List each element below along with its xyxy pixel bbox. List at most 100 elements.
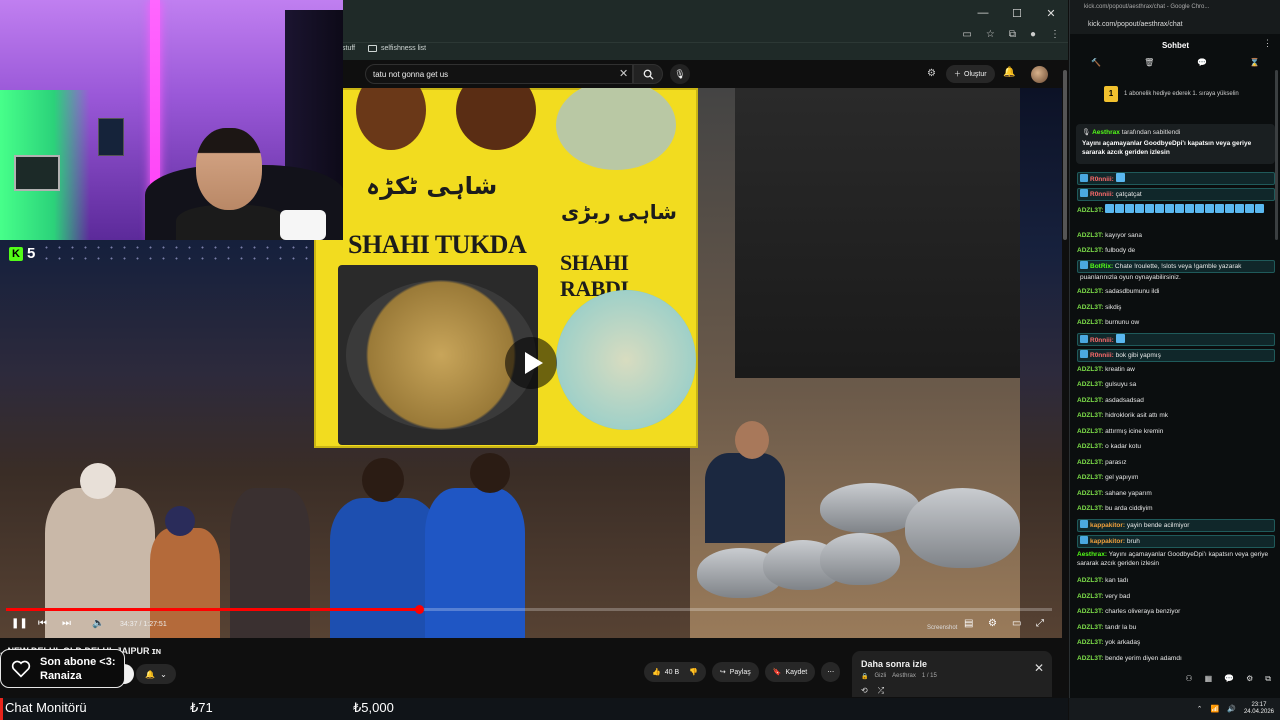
chat-username[interactable]: ADZL3T: [1077,624,1103,631]
previous-icon[interactable]: ⏮ [38,618,47,629]
loop-icon[interactable]: ⟲ [861,686,868,696]
shuffle-icon[interactable]: ⤮ [878,686,884,696]
chat-username[interactable]: R0nniii: [1090,191,1114,198]
chat-username[interactable]: ADZL3T: [1077,319,1103,326]
chat-username[interactable]: ADZL3T: [1077,288,1103,295]
users-icon[interactable]: ⚇ [1185,674,1192,690]
chat-username[interactable]: ADZL3T: [1077,593,1103,600]
chat-username[interactable]: ADZL3T: [1077,232,1103,239]
pause-icon[interactable]: ❚❚ [11,618,28,629]
chat-username[interactable]: ADZL3T: [1077,428,1103,435]
chat-username[interactable]: kappakitor: [1090,538,1125,545]
emote-icon [1105,204,1115,213]
save-button[interactable]: 🔖 Kaydet [764,662,816,682]
chat-username[interactable]: kappakitor: [1090,522,1125,529]
chat-username[interactable]: ADZL3T: [1077,443,1103,450]
play-button[interactable] [505,337,557,389]
extension-icon[interactable]: ⚙ [927,68,936,79]
close-icon[interactable]: ✕ [1034,661,1044,675]
chat-bubble-icon[interactable]: 💬 [1197,58,1207,74]
cast-icon[interactable]: ▭ [962,29,971,40]
chat-username[interactable]: R0nniii: [1090,352,1114,359]
chat-username[interactable]: ADZL3T: [1077,474,1103,481]
chat-scrollbar[interactable] [1275,70,1278,240]
chat-text: very bad [1105,593,1131,600]
clock[interactable]: 23:17 24.04.2026 [1244,702,1274,716]
playlist-owner[interactable]: Aesthrax [892,673,916,680]
avatar[interactable] [1031,66,1048,83]
create-button[interactable]: ＋ Oluştur [946,65,995,83]
chat-icon[interactable]: 💬 [1224,674,1234,690]
theater-mode-icon[interactable]: ▭ [1012,618,1021,629]
chat-username[interactable]: ADZL3T: [1077,412,1103,419]
voice-search-button[interactable]: 🎙 [670,64,690,84]
like-button[interactable]: 👍 40 B 👎 [644,662,706,682]
subscription-bell-button[interactable]: 🔔 ⌄ [136,664,176,684]
gift-subs-banner[interactable]: 1 1 abonelik hediye ederek 1. sıraya yük… [1104,86,1239,102]
volume-icon[interactable]: 🔈 [92,618,104,629]
chat-username[interactable]: ADZL3T: [1077,577,1103,584]
next-icon[interactable]: ⏭ [62,618,71,629]
fullscreen-icon[interactable]: ⤢ [1036,618,1044,629]
bookmark-selfishness-list[interactable]: selfishness list [368,45,426,52]
pinned-by-user[interactable]: Aesthrax [1092,129,1120,136]
maximize-button[interactable]: ☐ [1000,0,1034,26]
subscriber-badge-icon [1080,520,1088,528]
chat-username[interactable]: Aesthrax: [1077,551,1107,558]
tray-chevron-icon[interactable]: ⌃ [1197,705,1203,713]
more-actions-button[interactable]: ⋯ [821,662,841,682]
chat-username[interactable]: BotRix: [1090,263,1113,270]
settings-icon[interactable]: ⚙ [1246,674,1253,690]
extensions-icon[interactable]: ⧉ [1009,29,1016,40]
calendar-icon[interactable]: ▦ [1205,674,1213,690]
chat-message: kappakitor: bruh [1077,535,1275,548]
video-actions: 👍 40 B 👎 ↪ Paylaş 🔖 Kaydet ⋯ [644,662,841,684]
chat-username[interactable]: ADZL3T: [1077,490,1103,497]
moderation-icon[interactable]: 🔨 [1091,58,1101,74]
chat-username[interactable]: R0nniii: [1090,176,1114,183]
chat-message: ADZL3T: gulsuyu sa [1077,380,1275,389]
chat-username[interactable]: ADZL3T: [1077,459,1103,466]
chat-username[interactable]: ADZL3T: [1077,366,1103,373]
subtitles-icon[interactable]: ▤ [964,618,973,629]
chat-username[interactable]: ADZL3T: [1077,207,1103,214]
close-window-button[interactable]: ✕ [1034,0,1068,26]
chat-username[interactable]: ADZL3T: [1077,639,1103,646]
minimize-button[interactable]: — [966,0,1000,26]
network-icon[interactable]: 📶 [1211,705,1220,713]
chat-username[interactable]: R0nniii: [1090,337,1114,344]
bookmark-star-icon[interactable]: ☆ [986,29,995,40]
clear-search-icon[interactable]: ✕ [619,67,628,80]
settings-icon[interactable]: ⚙ [988,618,997,629]
chat-username[interactable]: ADZL3T: [1077,655,1103,662]
notifications-icon[interactable]: 🔔 [1003,67,1015,78]
browser-menu-icon[interactable]: ⋮ [1050,29,1060,40]
video-progress-bar[interactable] [6,605,1052,614]
chat-monitor-label: Chat Monitörü [5,700,87,715]
chat-username[interactable]: ADZL3T: [1077,608,1103,615]
screenshot-label[interactable]: Screenshot [927,625,957,631]
chat-username[interactable]: ADZL3T: [1077,505,1103,512]
thumbs-down-icon[interactable]: 👎 [689,668,698,676]
search-button[interactable] [633,64,663,84]
popout-icon[interactable]: ⧉ [1265,674,1271,690]
subscriber-badge-icon [1080,536,1088,544]
speaker-icon[interactable]: 🔊 [1227,705,1236,713]
chat-username[interactable]: ADZL3T: [1077,304,1103,311]
share-button[interactable]: ↪ Paylaş [711,662,759,682]
chat-text: tarıdr la bu [1105,624,1137,631]
chat-username[interactable]: ADZL3T: [1077,247,1103,254]
chat-username[interactable]: ADZL3T: [1077,381,1103,388]
chat-url-bar[interactable]: kick.com/popout/aesthrax/chat [1070,14,1280,34]
chat-menu-icon[interactable]: ⋮ [1263,38,1272,49]
scrollbar-thumb[interactable] [1063,70,1067,240]
chat-text: attırmış icine kremin [1105,428,1164,435]
shahi-rabdi-dish [556,290,696,430]
chat-text: çatçatçat [1115,191,1142,198]
trash-icon[interactable]: 🗑 [1144,58,1154,74]
chat-username[interactable]: ADZL3T: [1077,397,1103,404]
profile-icon[interactable]: ● [1030,29,1036,40]
search-input[interactable]: tatu not gonna get us [365,64,633,84]
hourglass-icon[interactable]: ⌛ [1250,58,1260,74]
bookmark-stuff[interactable]: stuff [342,45,355,52]
